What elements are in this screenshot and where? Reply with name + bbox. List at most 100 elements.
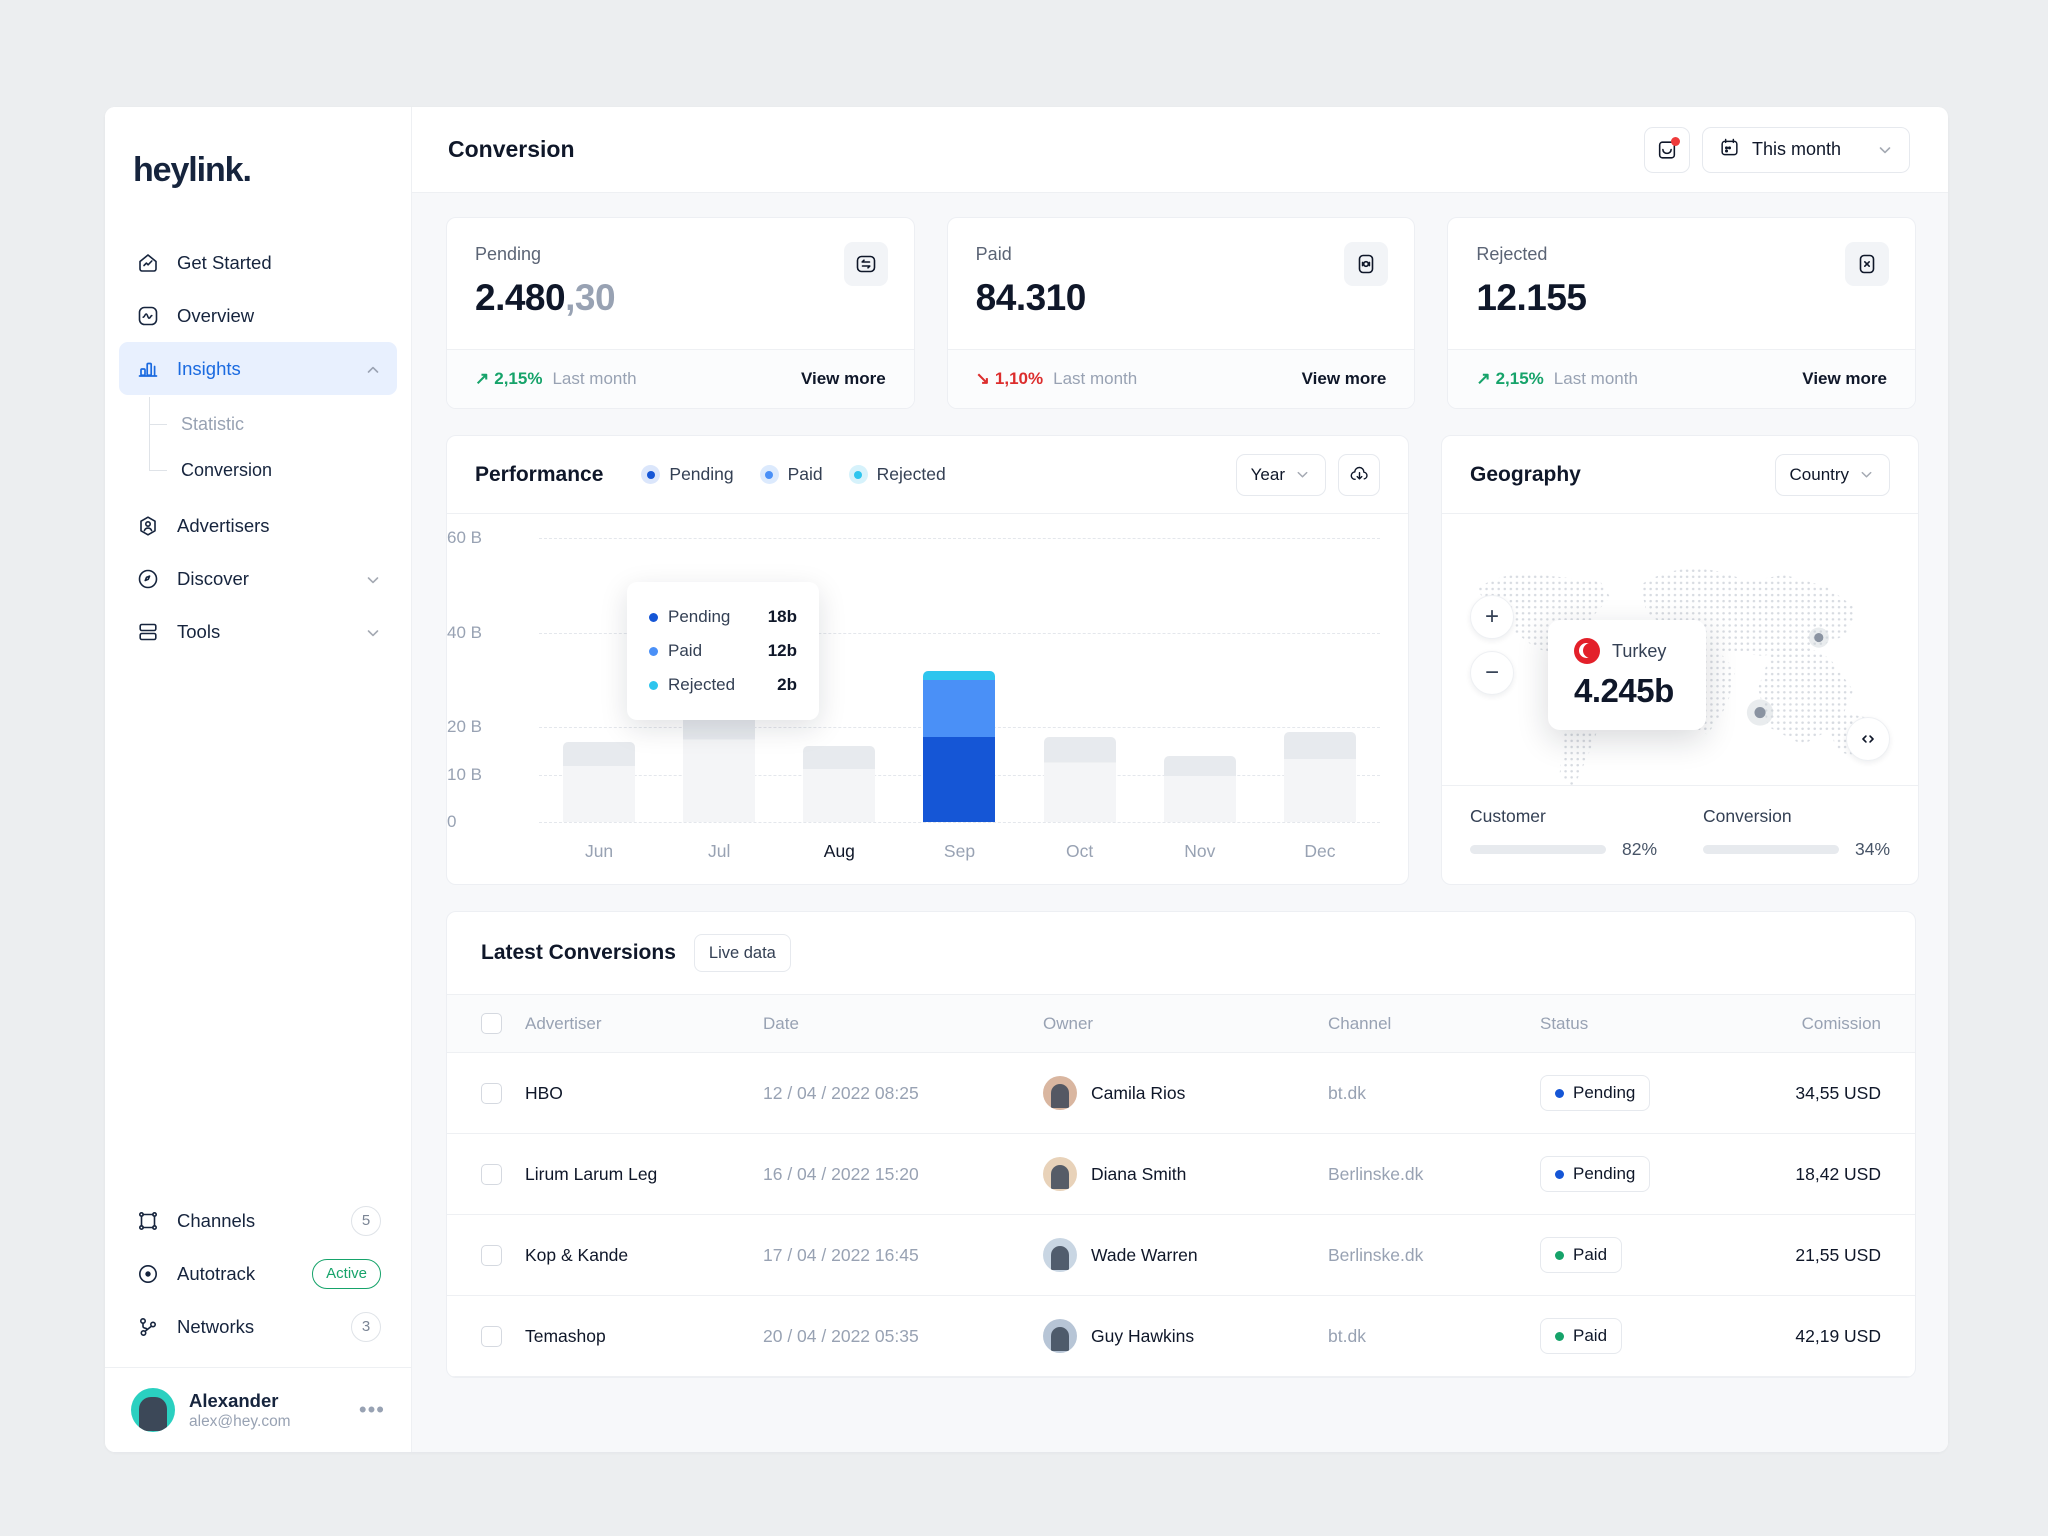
sidebar-item-advertisers[interactable]: Advertisers [119, 499, 397, 552]
chart-x-axis: Jun Jul Aug Sep Oct Nov Dec [539, 841, 1380, 862]
sidebar-item-conversion[interactable]: Conversion [149, 447, 397, 493]
x-axis-tick: Oct [1066, 841, 1094, 861]
table-body: HBO 12 / 04 / 2022 08:25 Camila Rios bt.… [447, 1052, 1915, 1377]
legend-item-rejected[interactable]: Rejected [848, 464, 946, 485]
status-badge: Paid [1540, 1237, 1623, 1273]
geography-scope-select[interactable]: Country [1774, 453, 1891, 496]
stat-delta-value: 2,15% [1495, 369, 1544, 388]
table-row[interactable]: Kop & Kande 17 / 04 / 2022 16:45 Wade Wa… [447, 1214, 1915, 1296]
bar-column-nov[interactable] [1140, 538, 1260, 822]
live-data-badge[interactable]: Live data [693, 934, 791, 972]
panel-title: Geography [1470, 462, 1581, 486]
avatar [1043, 1076, 1077, 1110]
download-chart-button[interactable] [1338, 453, 1380, 496]
metric-label: Customer [1470, 806, 1546, 826]
bar[interactable] [1043, 736, 1116, 822]
select-all-checkbox[interactable] [481, 1013, 502, 1034]
date-range-select[interactable]: This month [1702, 126, 1910, 173]
avatar [1043, 1319, 1077, 1353]
chevron-down-icon[interactable] [365, 624, 381, 640]
metric-percent: 34% [1855, 839, 1891, 859]
table-head: Advertiser Date Owner Channel Status Com… [447, 994, 1915, 1053]
cell-commission: 21,55 USD [1752, 1214, 1915, 1296]
legend-swatch [759, 465, 779, 484]
row-checkbox[interactable] [481, 1082, 502, 1104]
metric-customer: Customer 82% [1470, 806, 1657, 860]
table-row[interactable]: Temashop 20 / 04 / 2022 05:35 Guy Hawkin… [447, 1295, 1915, 1377]
bar-column-sep[interactable] [899, 538, 1019, 822]
sidebar-item-tools[interactable]: Tools [119, 605, 397, 658]
stat-card-body: Rejected 12.155 [1448, 218, 1915, 349]
view-more-link[interactable]: View more [1302, 369, 1387, 389]
panel-title: Performance [475, 462, 604, 486]
chevron-down-icon[interactable] [365, 571, 381, 587]
bar-column-dec[interactable] [1260, 538, 1380, 822]
status-badge: Paid [1540, 1318, 1623, 1354]
bar[interactable] [563, 741, 636, 822]
user-menu-icon[interactable]: ••• [359, 1397, 385, 1423]
bar-column-oct[interactable] [1020, 538, 1140, 822]
performance-chart: 60 B 40 B 20 B 10 B 0 Pending 18b Paid 1… [447, 514, 1408, 884]
row-checkbox[interactable] [481, 1163, 502, 1185]
sidebar-item-insights[interactable]: Insights [119, 342, 397, 395]
tooltip-value: 2b [777, 675, 797, 694]
bar[interactable] [683, 703, 756, 822]
cell-owner: Diana Smith [1043, 1133, 1328, 1215]
calendar-icon [1719, 137, 1740, 163]
sidebar-item-label: Tools [177, 620, 221, 642]
table-row[interactable]: HBO 12 / 04 / 2022 08:25 Camila Rios bt.… [447, 1052, 1915, 1134]
row-checkbox[interactable] [481, 1325, 502, 1347]
bar-segment-pending [923, 736, 996, 822]
cell-owner: Wade Warren [1043, 1214, 1328, 1296]
table-row[interactable]: Lirum Larum Leg 16 / 04 / 2022 15:20 Dia… [447, 1133, 1915, 1215]
gridline-baseline [539, 822, 1380, 823]
cell-date: 17 / 04 / 2022 16:45 [763, 1214, 1043, 1296]
row-checkbox[interactable] [481, 1244, 502, 1266]
owner-wrap: Wade Warren [1043, 1238, 1328, 1272]
sidebar-item-channels[interactable]: Channels 5 [119, 1194, 397, 1247]
sidebar-item-overview[interactable]: Overview [119, 289, 397, 342]
world-map[interactable]: Turkey 4.245b + − [1442, 514, 1918, 785]
legend-item-paid[interactable]: Paid [759, 464, 823, 485]
x-axis-tick: Nov [1184, 841, 1216, 861]
transfer-icon [843, 242, 888, 286]
bar[interactable] [1163, 755, 1236, 822]
notifications-button[interactable] [1644, 126, 1690, 173]
view-more-link[interactable]: View more [1802, 369, 1887, 389]
bar-active[interactable] [923, 670, 996, 822]
sidebar-item-discover[interactable]: Discover [119, 552, 397, 605]
geography-value: 4.245b [1574, 672, 1674, 709]
stat-value: 2.480,30 [475, 277, 886, 319]
metric-progress: 82% [1470, 839, 1657, 860]
x-axis-tick: Aug [823, 841, 855, 861]
geography-header: Geography Country [1442, 436, 1919, 514]
sidebar-item-autotrack[interactable]: Autotrack Active [119, 1247, 397, 1300]
zoom-out-button[interactable]: − [1470, 651, 1514, 695]
chevron-up-icon[interactable] [365, 361, 381, 377]
row-select-cell [447, 1133, 525, 1215]
metric-label: Conversion [1703, 806, 1792, 826]
activity-square-icon [135, 303, 161, 329]
sidebar-item-get-started[interactable]: Get Started [119, 236, 397, 289]
avatar [131, 1388, 175, 1432]
view-more-link[interactable]: View more [801, 369, 886, 389]
bar[interactable] [803, 746, 876, 822]
legend-item-pending[interactable]: Pending [641, 464, 734, 485]
zoom-in-button[interactable]: + [1470, 595, 1514, 639]
chart-range-select[interactable]: Year [1235, 453, 1326, 496]
sidebar-item-label: Insights [177, 357, 241, 379]
bar[interactable] [1283, 731, 1356, 822]
date-range-label: This month [1752, 139, 1842, 159]
performance-header: Performance Pending Paid Rejected Year [447, 436, 1408, 514]
embed-code-button[interactable] [1846, 717, 1891, 761]
cell-advertiser: HBO [525, 1052, 763, 1134]
sidebar-item-networks[interactable]: Networks 3 [119, 1300, 397, 1353]
metric-progress: 34% [1703, 839, 1890, 860]
bar-segment-rejected [923, 670, 996, 681]
conversions-table: Advertiser Date Owner Channel Status Com… [447, 994, 1915, 1377]
stat-delta-value: 2,15% [494, 369, 543, 388]
sidebar-item-statistic[interactable]: Statistic [149, 401, 397, 447]
geography-tooltip: Turkey 4.245b [1548, 620, 1706, 730]
user-profile-row[interactable]: Alexander alex@hey.com ••• [105, 1367, 411, 1452]
stat-value-main: 12.155 [1476, 277, 1587, 318]
